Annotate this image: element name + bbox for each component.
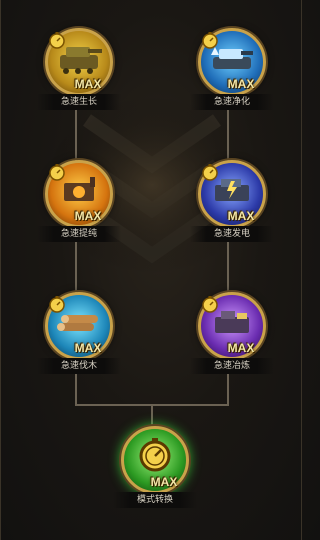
skill-ring: MAX	[198, 292, 266, 360]
skill-ring: MAX	[121, 426, 189, 494]
skill-ring: MAX	[198, 28, 266, 96]
stopwatch-icon	[202, 296, 218, 313]
stopwatch-icon	[49, 296, 65, 313]
skill-label: 急速冶炼	[190, 358, 274, 374]
stopwatch-icon	[202, 32, 218, 49]
skill-node-rapid-power[interactable]: MAX 急速发电	[190, 160, 274, 270]
max-badge: MAX	[150, 475, 178, 489]
skill-label: 急速伐木	[37, 358, 121, 374]
skill-label: 模式转换	[113, 492, 197, 508]
connector-center	[151, 404, 153, 426]
stopwatch-icon	[49, 164, 65, 181]
skill-node-rapid-growth[interactable]: MAX 急速生长	[37, 28, 121, 138]
tech-tree-panel: MAX 急速生长 MAX 急速净化 MAX 急速提纯 MAX 急速发电 MAX …	[0, 0, 302, 540]
skill-label: 急速生长	[37, 94, 121, 110]
stopwatch-icon	[202, 164, 218, 181]
max-badge: MAX	[227, 341, 255, 355]
skill-ring: MAX	[45, 160, 113, 228]
skill-ring: MAX	[45, 28, 113, 96]
skill-node-mode-switch[interactable]: MAX 模式转换	[113, 426, 197, 536]
max-badge: MAX	[74, 341, 102, 355]
skill-label: 急速提纯	[37, 226, 121, 242]
max-badge: MAX	[74, 77, 102, 91]
skill-node-rapid-refine[interactable]: MAX 急速提纯	[37, 160, 121, 270]
stopwatch-icon	[49, 32, 65, 49]
skill-node-rapid-logging[interactable]: MAX 急速伐木	[37, 292, 121, 402]
max-badge: MAX	[227, 209, 255, 223]
skill-node-rapid-purify[interactable]: MAX 急速净化	[190, 28, 274, 138]
max-badge: MAX	[227, 77, 255, 91]
skill-node-rapid-smelting[interactable]: MAX 急速冶炼	[190, 292, 274, 402]
max-badge: MAX	[74, 209, 102, 223]
skill-label: 急速发电	[190, 226, 274, 242]
skill-label: 急速净化	[190, 94, 274, 110]
skill-ring: MAX	[45, 292, 113, 360]
skill-ring: MAX	[198, 160, 266, 228]
